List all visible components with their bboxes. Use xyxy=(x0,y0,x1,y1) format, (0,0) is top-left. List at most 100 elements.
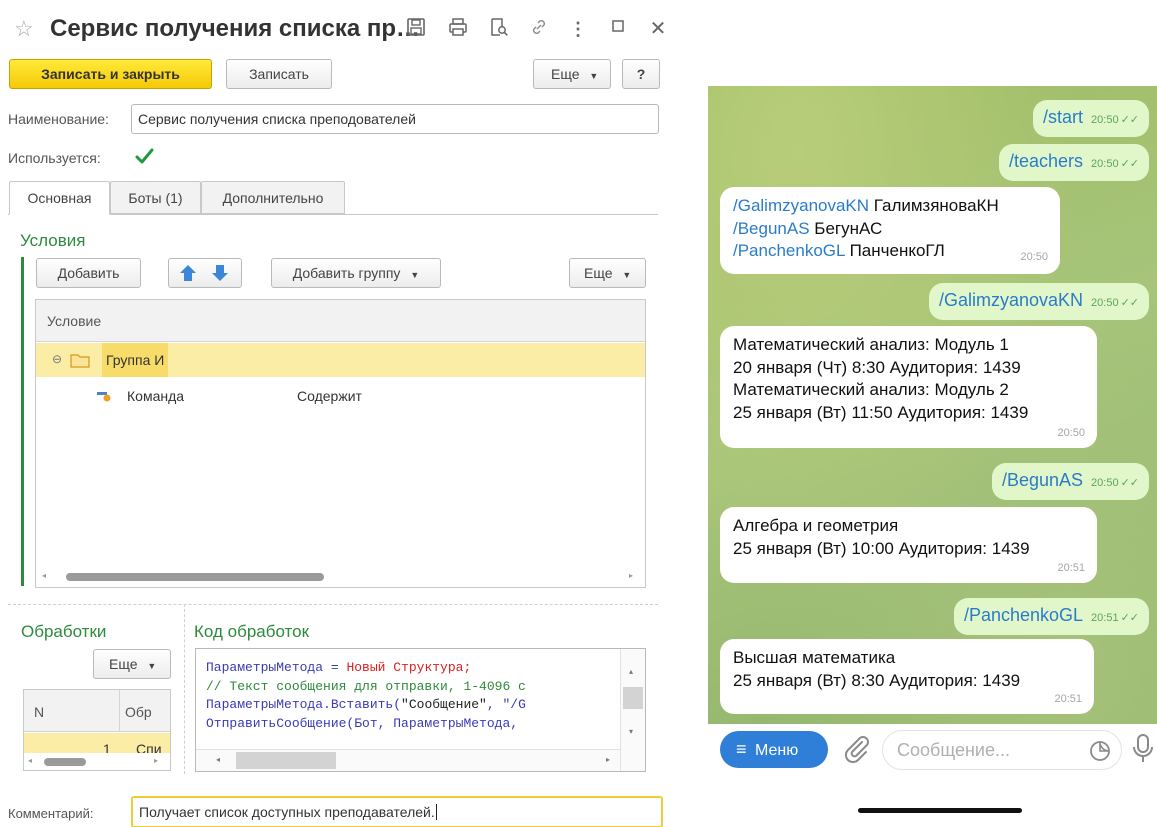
read-checks-icon: ✓✓ xyxy=(1120,297,1139,309)
message-input[interactable]: Сообщение... xyxy=(882,730,1122,770)
more-button[interactable]: Еще ▼ xyxy=(533,59,611,89)
code-hscrollbar[interactable]: ◂ ▸ xyxy=(196,749,620,771)
add-group-button[interactable]: Добавить группу ▼ xyxy=(271,258,441,288)
handlers-hscrollbar[interactable]: ◂ ▸ xyxy=(24,753,170,770)
table-row[interactable]: Команда Содержит xyxy=(36,377,645,415)
save-button[interactable]: Записать xyxy=(226,59,332,89)
move-buttons xyxy=(168,258,242,288)
comment-field[interactable]: Получает список доступных преподавателей… xyxy=(131,796,663,827)
print-icon[interactable] xyxy=(446,17,470,41)
condition-command: Команда xyxy=(127,388,185,404)
handlers-col-n[interactable]: N xyxy=(34,704,44,720)
chevron-down-icon: ▼ xyxy=(410,270,420,280)
maximize-icon[interactable] xyxy=(606,17,630,41)
conditions-more-button[interactable]: Еще ▼ xyxy=(569,258,646,288)
message-text: /teachers xyxy=(1008,151,1084,171)
collapse-icon[interactable]: ⊖ xyxy=(52,352,62,366)
code-line-1-b: Новый Структура xyxy=(346,660,464,675)
close-icon[interactable]: ✕ xyxy=(646,17,670,41)
message-out-galimzyanova[interactable]: /GalimzyanovaKN 20:50 ✓✓ xyxy=(928,283,1149,320)
teacher-name: БегунАС xyxy=(809,218,883,238)
handlers-header: N Обр xyxy=(24,690,170,732)
input-bar: ≡ Меню Сообщение... xyxy=(708,724,1157,827)
handlers-title: Обработки xyxy=(21,622,107,641)
help-button[interactable]: ? xyxy=(622,59,660,89)
preview-icon[interactable] xyxy=(487,17,511,41)
more-button-label: Еще xyxy=(551,66,580,82)
conditions-group-bar xyxy=(21,257,24,586)
save-and-close-button[interactable]: Записать и закрыть xyxy=(9,59,212,89)
text-cursor xyxy=(435,804,437,820)
comment-label: Комментарий: xyxy=(8,806,94,821)
save-icon[interactable] xyxy=(404,17,428,41)
table-row[interactable]: 1 Спи xyxy=(24,733,170,757)
condition-icon xyxy=(97,389,111,402)
schedule-line: 20 января (Чт) 8:30 Аудитория: 1439 xyxy=(733,357,1021,377)
sticker-icon[interactable] xyxy=(1089,740,1111,762)
read-checks-icon: ✓✓ xyxy=(1120,612,1139,624)
tab-main[interactable]: Основная xyxy=(9,181,110,215)
chevron-down-icon: ▼ xyxy=(589,71,599,81)
teacher-name: ГалимзяноваКН xyxy=(869,196,999,215)
code-line-3: ПараметрыМетода.Вставить("Сообщение", "/… xyxy=(206,696,526,715)
telegram-chat: /start 20:50 ✓✓ /teachers 20:50 ✓✓ /Galimzya… xyxy=(708,86,1157,827)
conditions-table: Условие ⊖ Группа И Команда Содержит ◂ ▸ xyxy=(35,299,646,588)
code-line-1-c: ; xyxy=(463,660,472,675)
menu-label: Меню xyxy=(754,742,799,759)
message-time: 20:51 xyxy=(1054,692,1082,705)
message-in-schedule-panchenko[interactable]: Высшая математика 25 января (Вт) 8:30 Ау… xyxy=(720,639,1094,714)
teacher-line-3: /PanchenkoGL ПанченкоГЛ xyxy=(733,240,1048,263)
message-text: /start xyxy=(1043,107,1084,127)
message-in-schedule-begun[interactable]: Алгебра и геометрия 25 января (Вт) 10:00… xyxy=(720,507,1097,583)
conditions-hscrollbar[interactable]: ◂ ▸ xyxy=(39,570,642,583)
code-line-3-b: "Сообщение" xyxy=(401,697,487,712)
teacher-command-link[interactable]: /BegunAS xyxy=(733,219,810,238)
message-time: 20:50 xyxy=(1091,114,1119,126)
message-out-panchenko[interactable]: /PanchenkoGL 20:51 ✓✓ xyxy=(953,598,1149,635)
name-label: Наименование: xyxy=(8,111,109,127)
message-time: 20:50 xyxy=(1091,297,1119,309)
teacher-command-link[interactable]: /GalimzyanovaKN xyxy=(733,196,869,215)
schedule-line: Алгебра и геометрия xyxy=(733,516,899,535)
home-indicator xyxy=(858,808,1022,813)
message-time: 20:50 xyxy=(1091,477,1119,489)
section-divider xyxy=(8,604,658,605)
message-time: 20:50 xyxy=(1020,250,1048,263)
handlers-more-label: Еще xyxy=(109,656,138,672)
handlers-more-button[interactable]: Еще ▼ xyxy=(93,649,171,679)
used-checkbox[interactable] xyxy=(133,146,155,168)
message-out-start[interactable]: /start 20:50 ✓✓ xyxy=(1033,100,1149,137)
message-out-teachers[interactable]: /teachers 20:50 ✓✓ xyxy=(998,144,1149,181)
form-window: ☆ Сервис получения списка пр… ⋮ ✕ Записа… xyxy=(0,0,672,827)
link-icon[interactable] xyxy=(527,17,551,41)
microphone-icon[interactable] xyxy=(1132,733,1154,765)
tab-bots[interactable]: Боты (1) xyxy=(110,181,201,214)
schedule-line: Математический анализ: Модуль 1 xyxy=(733,335,1009,354)
message-out-begun[interactable]: /BegunAS 20:50 ✓✓ xyxy=(991,463,1149,500)
message-time: 20:51 xyxy=(1057,561,1085,574)
name-field[interactable]: Сервис получения списка преподователей xyxy=(131,104,659,134)
add-condition-button[interactable]: Добавить xyxy=(36,258,141,288)
tab-additional[interactable]: Дополнительно xyxy=(201,181,345,214)
code-vscrollbar[interactable]: ▴ ▾ xyxy=(620,649,645,771)
move-down-icon[interactable] xyxy=(209,263,231,283)
code-editor[interactable]: ПараметрыМетода = Новый Структура; // Те… xyxy=(195,648,646,772)
teacher-command-link[interactable]: /PanchenkoGL xyxy=(733,241,845,260)
favorite-star-icon[interactable]: ☆ xyxy=(14,15,34,43)
code-line-3-a: ПараметрыМетода.Вставить( xyxy=(206,697,402,712)
table-row-group[interactable]: ⊖ Группа И xyxy=(36,343,645,377)
move-up-icon[interactable] xyxy=(177,263,199,283)
read-checks-icon: ✓✓ xyxy=(1120,114,1139,126)
message-in-teachers-list[interactable]: /GalimzyanovaKN ГалимзяноваКН /BegunAS Б… xyxy=(720,187,1060,274)
handlers-col-name[interactable]: Обр xyxy=(125,704,152,720)
used-label: Используется: xyxy=(8,150,101,166)
message-time: 20:50 xyxy=(1057,426,1085,439)
attach-icon[interactable] xyxy=(842,733,870,765)
code-line-3-c: , "/G xyxy=(486,697,526,712)
more-menu-icon[interactable]: ⋮ xyxy=(566,17,590,41)
menu-button[interactable]: ≡ Меню xyxy=(720,731,828,768)
schedule-line: Высшая математика xyxy=(733,648,896,667)
condition-column-header[interactable]: Условие xyxy=(36,300,645,342)
message-in-schedule-galimzyanova[interactable]: Математический анализ: Модуль 1 20 январ… xyxy=(720,326,1097,448)
form-title: Сервис получения списка пр… xyxy=(50,15,421,42)
